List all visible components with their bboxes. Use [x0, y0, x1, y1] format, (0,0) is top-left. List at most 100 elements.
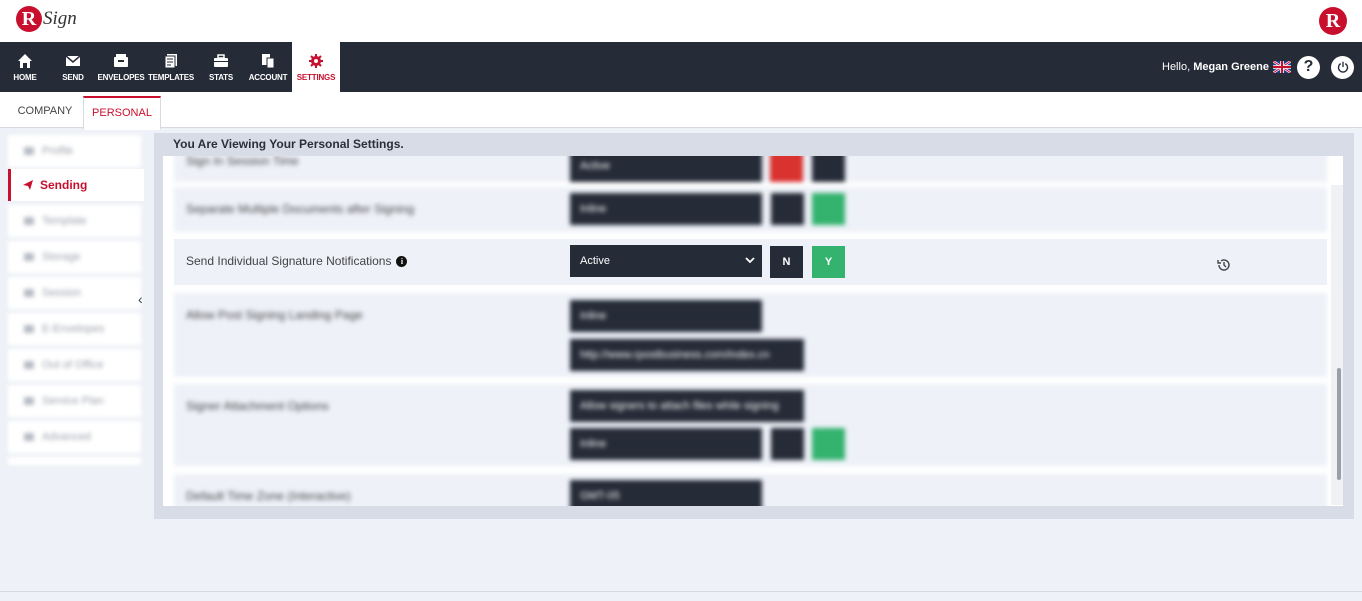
nav-account[interactable]: ACCOUNT	[246, 42, 290, 92]
main-navbar: HOME SEND ENVELOPES TEMPLATES STATS ACCO…	[0, 42, 1362, 92]
sidebar-label: Out of Office	[42, 359, 104, 371]
toggle-y-button[interactable]	[812, 428, 845, 460]
history-icon[interactable]	[1216, 257, 1232, 273]
briefcase-icon	[214, 53, 228, 67]
toggle-n-button[interactable]	[770, 156, 803, 182]
toggle-y-button[interactable]	[812, 193, 845, 225]
toggle-n-button[interactable]	[771, 428, 804, 460]
nav-home[interactable]: HOME	[3, 42, 47, 92]
user-area: Hello, Megan Greene ?	[1162, 42, 1362, 92]
select-value: Active	[580, 255, 610, 267]
input-value: http://www.rpostbusiness.com/index.cn	[580, 349, 770, 361]
scrollbar-thumb[interactable]	[1337, 368, 1341, 480]
toggle-y-button[interactable]: Y	[812, 246, 845, 278]
logo-r-mark: R	[16, 6, 42, 32]
setting-select[interactable]: Active	[570, 156, 762, 182]
sidebar-item-storage[interactable]: Storage	[8, 241, 141, 273]
power-icon	[1337, 61, 1348, 73]
envelope-icon	[24, 325, 34, 333]
setting-row: Sign In Session Time Active	[174, 156, 1327, 182]
setting-label: Sign In Session Time	[186, 156, 299, 168]
toggle-n-button[interactable]	[771, 193, 804, 225]
collapse-sidebar-icon[interactable]: ‹	[138, 291, 143, 307]
sidebar-item-template[interactable]: Template	[8, 205, 141, 237]
setting-row: Allow Post Signing Landing Page Inline h…	[174, 293, 1327, 377]
select-value: Allow signers to attach files while sign…	[580, 400, 779, 412]
setting-select[interactable]: GMT-05	[570, 480, 762, 506]
setting-row: Separate Multiple Documents after Signin…	[174, 187, 1327, 232]
setting-select[interactable]: Inline	[570, 300, 762, 332]
select-value: Inline	[580, 310, 607, 322]
tab-personal[interactable]: PERSONAL	[83, 96, 161, 130]
help-button[interactable]: ?	[1297, 55, 1320, 79]
select-value: Inline	[580, 438, 607, 450]
sidebar-item-profile[interactable]: Profile	[8, 135, 141, 167]
sidebar-item-advanced[interactable]: Advanced	[8, 421, 141, 453]
setting-label: Signer Attachment Options	[186, 399, 329, 413]
envelopes-icon	[114, 53, 128, 67]
sidebar-label: Advanced	[42, 431, 91, 443]
nav-templates[interactable]: TEMPLATES	[147, 42, 195, 92]
footer-divider	[0, 591, 1362, 592]
setting-row-individual-notifications: Send Individual Signature Notifications i…	[174, 239, 1327, 285]
select-value: Inline	[580, 203, 607, 215]
storage-icon	[24, 253, 34, 261]
calendar-icon	[24, 361, 34, 369]
hello-prefix: Hello,	[1162, 61, 1191, 73]
user-icon	[24, 147, 34, 155]
nav-envelopes-label: ENVELOPES	[97, 72, 145, 82]
rsign-logo[interactable]: R Sign	[16, 6, 77, 32]
nav-stats[interactable]: STATS	[201, 42, 241, 92]
nav-settings[interactable]: SETTINGS	[292, 42, 340, 92]
advanced-icon	[24, 433, 34, 441]
toggle-n-button[interactable]: N	[770, 246, 803, 278]
chevron-down-icon	[745, 257, 755, 264]
info-icon[interactable]: i	[396, 256, 408, 268]
sidebar-label: Session	[42, 287, 82, 299]
gear-icon	[309, 53, 323, 68]
paper-plane-icon	[23, 180, 33, 190]
tab-company[interactable]: COMPANY	[10, 96, 80, 127]
sidebar-item-service-plan[interactable]: Service Plan	[8, 385, 141, 417]
sidebar-label: E-Envelopes	[42, 323, 105, 335]
setting-row: Signer Attachment Options Allow signers …	[174, 384, 1327, 466]
setting-select[interactable]: Inline	[570, 428, 762, 460]
account-icon	[262, 53, 275, 68]
settings-tabs: COMPANY PERSONAL	[0, 92, 1362, 130]
setting-select[interactable]: Allow signers to attach files while sign…	[570, 390, 804, 422]
panel-title: You Are Viewing Your Personal Settings.	[173, 137, 404, 151]
home-icon	[18, 53, 32, 68]
sidebar-label: Sending	[40, 178, 88, 192]
sidebar-item-out-of-office[interactable]: Out of Office	[8, 349, 141, 381]
nav-send[interactable]: SEND	[53, 42, 93, 92]
setting-url-input[interactable]: http://www.rpostbusiness.com/index.cn	[570, 339, 804, 371]
help-icon: ?	[1303, 58, 1314, 75]
setting-label: Send Individual Signature Notifications i	[186, 254, 408, 268]
nav-send-label: SEND	[62, 72, 84, 82]
setting-select[interactable]: Inline	[570, 193, 762, 225]
sidebar-label: Template	[42, 215, 87, 227]
brand-r-icon[interactable]: R	[1319, 7, 1347, 35]
select-value: GMT-05	[580, 490, 620, 502]
notification-select[interactable]: Active	[570, 245, 762, 277]
toggle-y-button[interactable]	[812, 156, 845, 182]
logout-button[interactable]	[1331, 55, 1354, 79]
hello-text: Hello, Megan Greene	[1162, 61, 1269, 73]
sidebar-item-session[interactable]: Session	[8, 277, 141, 309]
uk-flag-icon[interactable]	[1273, 61, 1291, 73]
templates-icon	[164, 53, 177, 68]
user-name[interactable]: Megan Greene	[1193, 61, 1269, 73]
settings-content: Sign In Session Time Active Separate Mul…	[163, 156, 1343, 506]
sidebar-item-sending[interactable]: Sending	[8, 169, 144, 201]
nav-envelopes[interactable]: ENVELOPES	[97, 42, 145, 92]
plan-icon	[24, 397, 34, 405]
setting-label-text: Send Individual Signature Notifications	[186, 254, 392, 268]
setting-row: Default Time Zone (Interactive) GMT-05	[174, 474, 1327, 506]
select-value: Active	[580, 160, 610, 172]
envelope-icon	[65, 54, 81, 66]
sidebar-footer	[8, 457, 141, 465]
sidebar-label: Storage	[42, 251, 81, 263]
setting-label: Allow Post Signing Landing Page	[186, 308, 363, 322]
sidebar-item-e-envelopes[interactable]: E-Envelopes	[8, 313, 141, 345]
top-bar: R Sign R	[0, 0, 1362, 42]
